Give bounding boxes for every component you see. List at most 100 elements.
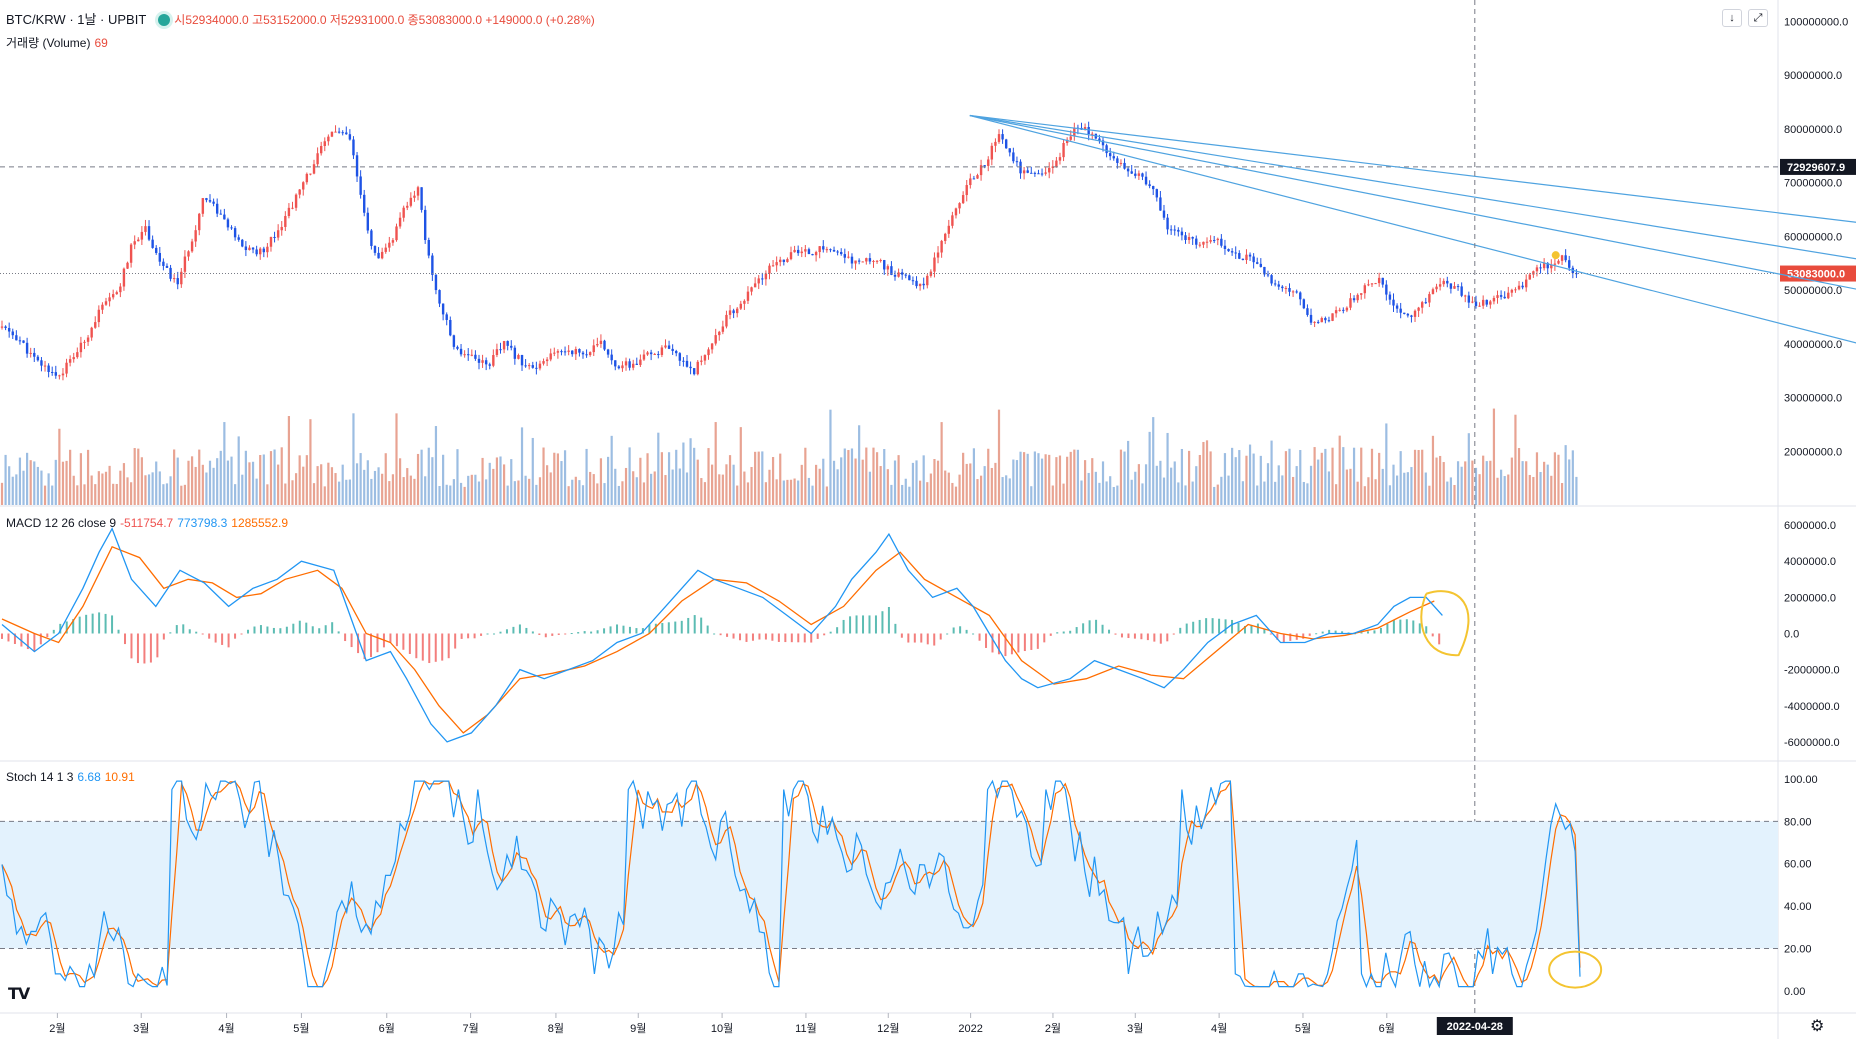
candle-body: [1467, 295, 1471, 303]
time-axis-tick: 12월: [877, 1022, 899, 1035]
volume-bar: [1109, 476, 1112, 505]
volume-bar: [467, 475, 470, 505]
volume-legend: 거래량 (Volume) 69: [6, 34, 112, 51]
macd-histogram-bar: [7, 633, 10, 642]
candle-body: [1001, 134, 1004, 140]
candle-body: [190, 241, 194, 252]
volume-bar: [158, 471, 161, 505]
volume-bar: [1137, 464, 1140, 505]
candle-body: [542, 361, 545, 364]
volume-bar: [29, 460, 32, 505]
candle-body: [363, 194, 366, 213]
volume-bar: [395, 413, 398, 505]
candle-body: [1180, 231, 1184, 236]
volume-bar: [1553, 452, 1556, 505]
price-axis-tick: 30000000.0: [1784, 393, 1842, 405]
volume-bar: [352, 413, 355, 505]
candle-body: [183, 256, 187, 272]
volume-bar: [797, 480, 800, 505]
candle-body: [319, 146, 323, 154]
candle-body: [484, 360, 488, 365]
volume-bar: [1005, 475, 1008, 505]
macd-histogram-bar: [78, 616, 81, 634]
candle-body: [377, 252, 380, 259]
gear-icon[interactable]: ⚙: [1810, 1016, 1824, 1036]
candle-body: [840, 251, 843, 255]
candle-body: [1424, 302, 1427, 304]
volume-bar: [90, 475, 93, 505]
candle-body: [782, 259, 786, 262]
macd-histogram-bar: [1198, 619, 1201, 634]
symbol-title[interactable]: BTC/KRW · 1날 · UPBIT: [6, 12, 146, 27]
macd-histogram-bar: [1069, 630, 1072, 634]
macd-axis-tick: -4000000.0: [1784, 701, 1840, 713]
candle-body: [1385, 284, 1388, 295]
volume-bar: [1320, 452, 1323, 505]
macd-histogram-bar: [907, 633, 910, 643]
volume-bar: [628, 447, 631, 505]
volume-bar: [1471, 460, 1474, 505]
candle-body: [176, 278, 179, 285]
volume-bar: [424, 476, 427, 505]
volume-bar: [83, 484, 86, 505]
volume-bar: [574, 476, 577, 505]
candle-body: [961, 195, 965, 204]
candle-body: [366, 212, 370, 231]
candle-body: [1421, 302, 1424, 308]
candle-body: [1449, 283, 1453, 289]
volume-bar: [22, 470, 25, 505]
macd-histogram-bar: [538, 633, 541, 635]
volume-bar: [384, 453, 387, 505]
candle-body: [1507, 292, 1510, 299]
stoch-label[interactable]: Stoch 14 1 3: [6, 770, 73, 784]
volume-bar: [438, 486, 441, 505]
volume-bar: [1557, 454, 1560, 505]
macd-label[interactable]: MACD 12 26 close 9: [6, 516, 116, 530]
candle-body: [606, 349, 610, 355]
candle-body: [517, 355, 520, 359]
macd-histogram-bar: [1172, 633, 1175, 635]
volume-bar: [947, 472, 950, 505]
candle-body: [1410, 315, 1413, 317]
macd-histogram-bar: [1088, 620, 1091, 634]
candle-body: [1252, 256, 1255, 263]
volume-bar: [1234, 457, 1237, 505]
volume-bar: [201, 464, 204, 505]
candle-body: [352, 139, 355, 156]
macd-histogram-bar: [616, 624, 619, 634]
volume-bar: [528, 478, 531, 505]
candle-body: [1241, 258, 1245, 261]
volume-bar: [1431, 435, 1435, 505]
arrow-down-icon[interactable]: ↓: [1722, 9, 1742, 27]
volume-bar: [707, 448, 710, 505]
volume-bar: [560, 461, 563, 505]
candle-body: [334, 131, 337, 133]
macd-histogram-bar: [195, 631, 198, 634]
volume-bar: [345, 479, 348, 505]
macd-histogram-bar: [1250, 625, 1253, 634]
macd-histogram-bar: [920, 633, 923, 643]
volume-bar: [822, 458, 825, 505]
candle-body: [1503, 296, 1506, 299]
candle-body: [502, 341, 506, 350]
volume-bar: [1209, 451, 1212, 505]
macd-histogram-bar: [1438, 633, 1441, 645]
volume-bar: [1116, 485, 1119, 505]
candle-body: [323, 141, 326, 147]
macd-histogram-bar: [1399, 619, 1402, 634]
maximize-icon[interactable]: ⤢: [1748, 9, 1768, 27]
candle-body: [922, 283, 925, 286]
volume-bar: [316, 466, 319, 505]
volume-bar: [194, 466, 197, 505]
volume-bar: [1492, 408, 1496, 505]
volume-bar: [596, 483, 599, 505]
time-axis-tick: 4월: [218, 1022, 234, 1035]
volume-label[interactable]: 거래량 (Volume): [6, 36, 90, 50]
volume-bar: [538, 477, 542, 505]
candle-body: [316, 153, 319, 165]
candle-body: [911, 280, 915, 282]
candle-body: [1496, 295, 1499, 298]
tradingview-logo[interactable]: TV: [8, 984, 30, 1003]
stoch-legend: Stoch 14 1 3 6.68 10.91: [6, 770, 139, 784]
volume-bar: [567, 486, 570, 505]
